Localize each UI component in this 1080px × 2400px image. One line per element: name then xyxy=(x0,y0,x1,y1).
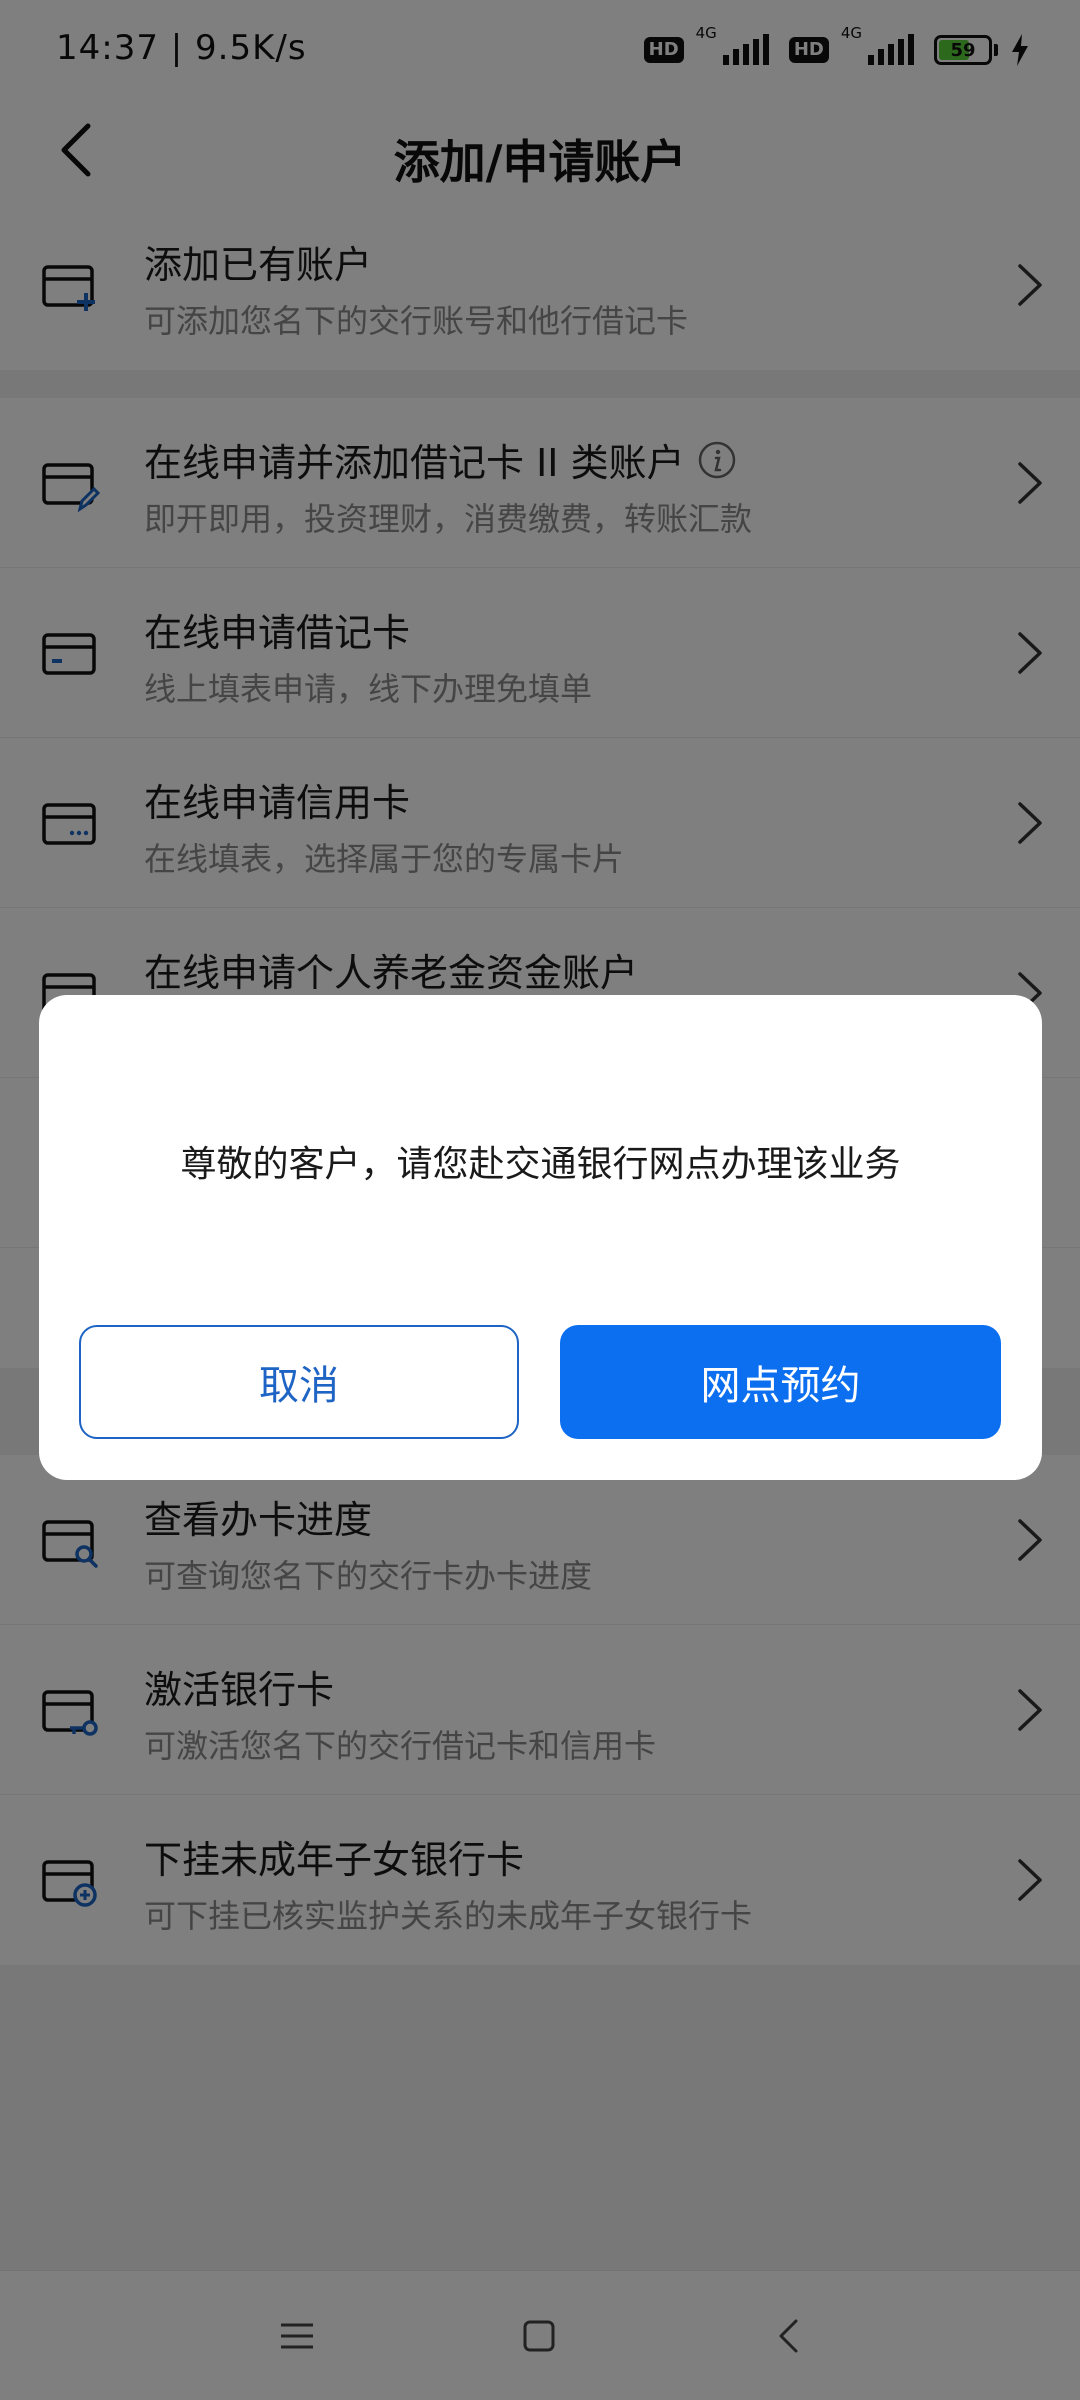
confirm-dialog: 尊敬的客户，请您赴交通银行网点办理该业务 取消 网点预约 xyxy=(39,995,1042,1480)
screen: 14:37 | 9.5K/s HD 4G HD 4G 59 xyxy=(0,0,1080,2400)
cancel-button[interactable]: 取消 xyxy=(79,1325,519,1439)
dialog-message: 尊敬的客户，请您赴交通银行网点办理该业务 xyxy=(180,1144,901,1185)
branch-appointment-button[interactable]: 网点预约 xyxy=(560,1325,1001,1439)
